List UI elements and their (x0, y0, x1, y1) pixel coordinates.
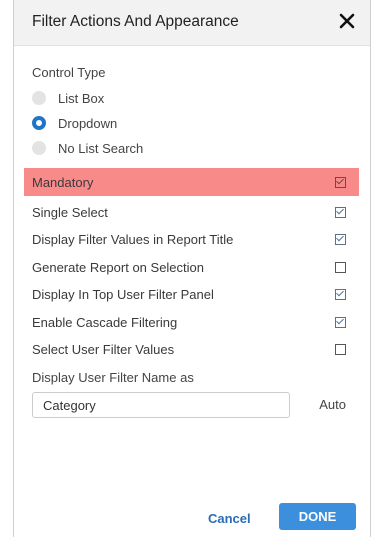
radio-dropdown[interactable]: Dropdown (32, 114, 117, 132)
dialog-title: Filter Actions And Appearance (32, 13, 239, 30)
option-checkbox[interactable] (335, 343, 346, 355)
option-display-filter-values[interactable]: Display Filter Values in Report Title (24, 225, 359, 253)
option-checkbox[interactable] (335, 261, 346, 273)
dialog-header: Filter Actions And Appearance (14, 0, 370, 46)
option-label: Display In Top User Filter Panel (32, 286, 214, 302)
radio-button[interactable] (32, 91, 46, 105)
option-label: Generate Report on Selection (32, 259, 204, 275)
option-checkbox[interactable] (335, 288, 346, 300)
option-checkbox[interactable] (335, 176, 346, 188)
cancel-button[interactable]: Cancel (208, 511, 251, 526)
option-label: Mandatory (32, 174, 94, 190)
radio-button[interactable] (32, 116, 46, 130)
option-generate-report[interactable]: Generate Report on Selection (24, 253, 359, 281)
option-single-select[interactable]: Single Select (24, 198, 359, 226)
option-mandatory[interactable]: Mandatory (24, 168, 359, 196)
radio-button[interactable] (32, 141, 46, 155)
radio-label: Dropdown (58, 115, 118, 131)
option-label: Display Filter Values in Report Title (32, 231, 234, 247)
option-checkbox[interactable] (335, 206, 346, 218)
radio-list-box[interactable]: List Box (32, 89, 104, 107)
radio-no-list-search[interactable]: No List Search (32, 139, 143, 157)
option-top-user-filter-panel[interactable]: Display In Top User Filter Panel (24, 280, 359, 308)
close-icon[interactable] (336, 10, 358, 32)
option-label: Select User Filter Values (32, 341, 175, 357)
filter-actions-dialog: Filter Actions And Appearance Control Ty… (13, 0, 371, 537)
option-label: Enable Cascade Filtering (32, 314, 178, 330)
done-button[interactable]: DONE (279, 503, 356, 530)
control-type-label: Control Type (32, 65, 106, 80)
option-checkbox[interactable] (335, 316, 346, 328)
option-checkbox[interactable] (335, 233, 346, 245)
filter-name-input[interactable] (32, 392, 290, 418)
filter-name-label: Display User Filter Name as (32, 370, 194, 385)
radio-label: No List Search (58, 140, 144, 156)
option-label: Single Select (32, 204, 108, 220)
radio-label: List Box (58, 90, 105, 106)
auto-label: Auto (319, 397, 346, 412)
option-cascade-filtering[interactable]: Enable Cascade Filtering (24, 308, 359, 336)
option-select-user-filter-values[interactable]: Select User Filter Values (24, 335, 359, 363)
